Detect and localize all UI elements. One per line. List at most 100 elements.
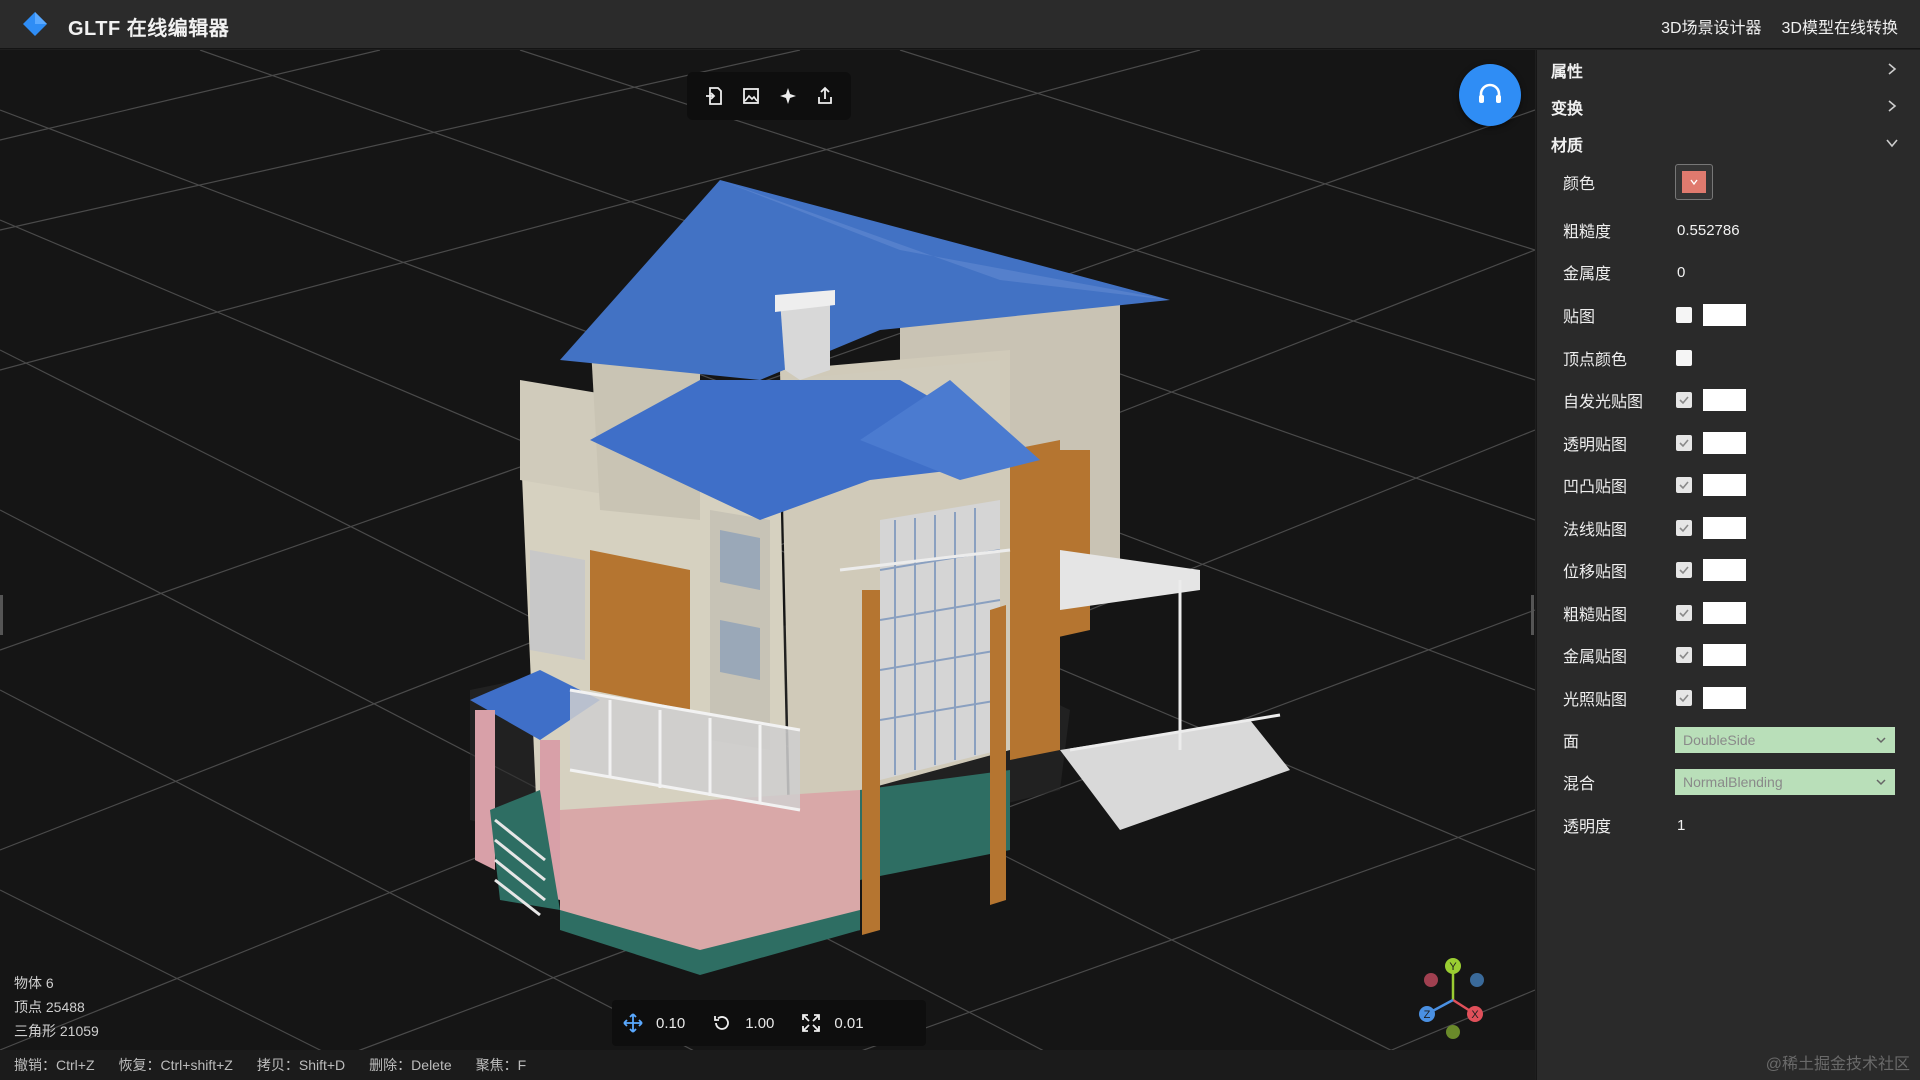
check-icon	[1679, 651, 1689, 660]
map-texture-slot[interactable]	[1703, 517, 1746, 539]
import-icon[interactable]	[701, 83, 727, 109]
map-checkbox[interactable]	[1676, 605, 1692, 621]
map-texture-slot[interactable]	[1703, 687, 1746, 709]
map-label: 位移贴图	[1563, 564, 1628, 581]
check-icon	[1679, 439, 1689, 448]
map-row: 法线贴图	[1537, 511, 1920, 545]
map-row: 光照贴图	[1537, 681, 1920, 715]
shortcut-delete: 删除：Delete	[369, 1057, 452, 1073]
house-model[interactable]	[470, 180, 1290, 975]
map-label: 法线贴图	[1563, 522, 1628, 539]
left-resize-handle[interactable]	[0, 595, 3, 635]
scene-designer-link[interactable]: 3D场景设计器	[1661, 14, 1761, 38]
check-icon	[1679, 694, 1689, 703]
move-snap-value[interactable]: 0.10	[656, 1015, 685, 1032]
section-material-label: 材质	[1551, 138, 1584, 155]
roughness-value[interactable]: 0.552786	[1677, 222, 1740, 239]
vertex-count: 顶点 25488	[14, 999, 85, 1015]
map-label: 透明贴图	[1563, 437, 1628, 454]
opacity-row: 透明度 1	[1537, 808, 1920, 842]
blending-row: 混合 NormalBlending	[1537, 765, 1920, 799]
top-bar: GLTF 在线编辑器 3D场景设计器 3D模型在线转换	[0, 0, 1920, 49]
check-icon	[1679, 481, 1689, 490]
map-texture-slot[interactable]	[1703, 474, 1746, 496]
headset-icon	[1479, 83, 1501, 103]
metalness-value[interactable]: 0	[1677, 264, 1685, 281]
chevron-down-icon	[1886, 139, 1898, 148]
scale-snap-value[interactable]: 0.01	[834, 1015, 863, 1032]
scene-canvas[interactable]	[0, 50, 1535, 1080]
map-checkbox[interactable]	[1676, 392, 1692, 408]
object-count: 物体 6	[14, 975, 54, 991]
map-checkbox[interactable]	[1676, 477, 1692, 493]
color-picker[interactable]	[1675, 164, 1713, 200]
opacity-value[interactable]: 1	[1677, 817, 1685, 834]
map-row: 顶点颜色	[1537, 341, 1920, 375]
blending-select[interactable]: NormalBlending	[1675, 769, 1895, 795]
map-row: 凹凸贴图	[1537, 468, 1920, 502]
section-transform-label: 变换	[1551, 101, 1584, 118]
map-texture-slot[interactable]	[1703, 389, 1746, 411]
map-texture-slot[interactable]	[1703, 602, 1746, 624]
map-label: 自发光贴图	[1563, 394, 1644, 411]
map-label: 顶点颜色	[1563, 352, 1628, 369]
chevron-down-icon	[1876, 737, 1886, 744]
axis-x-label: X	[1471, 1009, 1479, 1021]
shortcut-copy: 拷贝：Shift+D	[256, 1057, 346, 1073]
check-icon	[1679, 566, 1689, 575]
map-label: 粗糙贴图	[1563, 607, 1628, 624]
top-links: 3D场景设计器 3D模型在线转换	[1661, 14, 1898, 38]
axis-y-label: Y	[1449, 961, 1457, 973]
map-checkbox[interactable]	[1676, 690, 1692, 706]
map-texture-slot[interactable]	[1703, 304, 1746, 326]
map-checkbox[interactable]	[1676, 520, 1692, 536]
rotate-icon[interactable]	[711, 1012, 733, 1034]
rotate-snap-value[interactable]: 1.00	[745, 1015, 774, 1032]
map-label: 金属贴图	[1563, 649, 1628, 666]
map-label: 光照贴图	[1563, 692, 1628, 709]
map-checkbox[interactable]	[1676, 350, 1692, 366]
section-properties-label: 属性	[1551, 64, 1584, 81]
customer-support-button[interactable]	[1459, 64, 1521, 126]
side-row: 面 DoubleSide	[1537, 723, 1920, 757]
map-checkbox[interactable]	[1676, 647, 1692, 663]
logo-icon	[23, 12, 47, 36]
axis-gizmo[interactable]: Y X Z	[1405, 950, 1495, 1040]
check-icon	[1679, 609, 1689, 618]
map-checkbox[interactable]	[1676, 307, 1692, 323]
side-label: 面	[1563, 734, 1580, 751]
watermark: @稀土掘金技术社区	[1765, 1056, 1910, 1073]
map-checkbox[interactable]	[1676, 435, 1692, 451]
roughness-row: 粗糙度 0.552786	[1537, 213, 1920, 247]
section-properties[interactable]: 属性	[1537, 52, 1920, 88]
export-image-icon[interactable]	[738, 83, 764, 109]
model-converter-link[interactable]: 3D模型在线转换	[1782, 14, 1898, 38]
map-texture-slot[interactable]	[1703, 559, 1746, 581]
map-row: 自发光贴图	[1537, 383, 1920, 417]
map-texture-slot[interactable]	[1703, 432, 1746, 454]
side-select[interactable]: DoubleSide	[1675, 727, 1895, 753]
shortcut-undo: 撤销：Ctrl+Z	[14, 1057, 95, 1073]
map-checkbox[interactable]	[1676, 562, 1692, 578]
map-row: 透明贴图	[1537, 426, 1920, 460]
transform-snap-bar: 0.10 1.00 0.01	[612, 1000, 926, 1046]
scale-icon[interactable]	[800, 1012, 822, 1034]
roughness-label: 粗糙度	[1563, 224, 1612, 241]
share-icon[interactable]	[812, 83, 838, 109]
check-icon	[1679, 396, 1689, 405]
light-icon[interactable]	[775, 83, 801, 109]
map-label: 贴图	[1563, 309, 1596, 326]
color-label: 颜色	[1563, 176, 1596, 193]
section-transform[interactable]: 变换	[1537, 89, 1920, 125]
blending-label: 混合	[1563, 776, 1596, 793]
3d-viewport[interactable]: 物体 6 顶点 25488 三角形 21059 0.10 1.00 0.01 Y…	[0, 50, 1535, 1080]
map-row: 贴图	[1537, 298, 1920, 332]
app-title: GLTF 在线编辑器	[68, 18, 230, 40]
chevron-down-icon	[1690, 179, 1698, 186]
map-row: 金属贴图	[1537, 638, 1920, 672]
move-icon[interactable]	[622, 1012, 644, 1034]
right-resize-handle[interactable]	[1531, 595, 1534, 635]
axis-z-label: Z	[1424, 1009, 1431, 1021]
map-texture-slot[interactable]	[1703, 644, 1746, 666]
section-material[interactable]: 材质	[1537, 126, 1920, 162]
